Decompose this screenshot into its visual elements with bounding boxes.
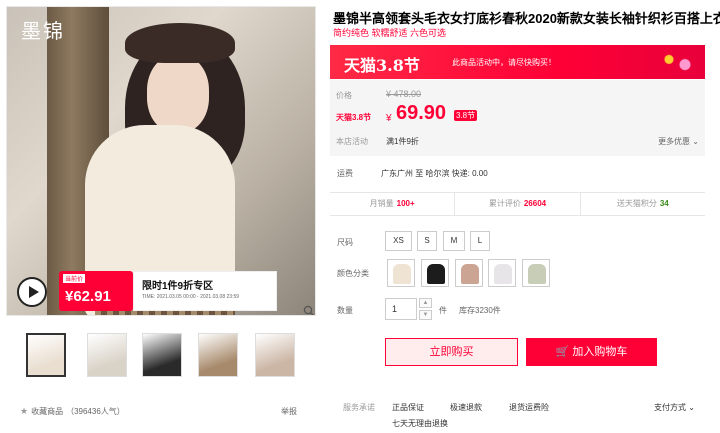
color-swatch-2 bbox=[427, 264, 445, 284]
more-offers-label: 更多优惠 bbox=[658, 137, 691, 146]
tmall-points-label: 送天猫积分 bbox=[616, 199, 657, 208]
size-option-l[interactable]: L bbox=[470, 231, 490, 251]
total-reviews-value: 26604 bbox=[523, 199, 547, 208]
promo-price-label: 天猫3.8节 bbox=[336, 113, 372, 122]
banner-logo: 天猫3.8节 bbox=[344, 56, 420, 75]
event-banner: 天猫3.8节 此商品活动中，请尽快购买！ bbox=[330, 45, 705, 79]
tmall-points: 送天猫积分 34 bbox=[581, 193, 705, 215]
star-icon: ★ bbox=[20, 406, 29, 416]
report-link[interactable]: 举报 bbox=[281, 406, 297, 417]
chevron-down-icon: ⌄ bbox=[692, 137, 699, 146]
shipping-label: 运费 bbox=[337, 169, 353, 178]
main-product-image[interactable]: 墨锦 当前价 ¥62.91 限时1件9折专区 TIME: 2021.03.05 … bbox=[6, 6, 316, 316]
monthly-sales-label: 月销量 bbox=[369, 199, 394, 208]
payment-methods-dropdown[interactable]: 支付方式 ⌄ bbox=[654, 402, 695, 413]
thumbnail-4-image bbox=[199, 334, 237, 376]
more-offers-dropdown[interactable]: 更多优惠 ⌄ bbox=[658, 136, 699, 147]
monthly-sales-value: 100+ bbox=[396, 199, 415, 208]
price-label: 价格 bbox=[336, 91, 352, 100]
thumbnail-2-image bbox=[88, 334, 126, 376]
cart-icon: 🛒 bbox=[555, 346, 570, 358]
favorite-label: 收藏商品 bbox=[31, 407, 64, 416]
brand-logo: 墨锦 bbox=[21, 19, 65, 43]
add-to-cart-label: 加入购物车 bbox=[572, 346, 628, 358]
thumbnail-3-image bbox=[143, 334, 181, 376]
promo-price-box: 当前价 ¥62.91 bbox=[59, 271, 133, 311]
monthly-sales: 月销量 100+ bbox=[330, 193, 456, 215]
quantity-increase-button[interactable]: ▲ bbox=[419, 298, 432, 308]
service-item-return-insurance[interactable]: 退货运费险 bbox=[509, 402, 549, 413]
color-option-4[interactable] bbox=[488, 259, 516, 287]
model-face bbox=[147, 55, 209, 133]
quantity-label: 数量 bbox=[337, 306, 353, 315]
add-to-cart-button[interactable]: 🛒 加入购物车 bbox=[526, 338, 657, 366]
currency-symbol: ¥ bbox=[386, 113, 392, 124]
play-video-icon[interactable] bbox=[17, 277, 47, 307]
color-option-5[interactable] bbox=[522, 259, 550, 287]
chevron-down-icon: ⌄ bbox=[688, 403, 695, 412]
total-reviews-label: 累计评价 bbox=[488, 199, 521, 208]
store-activity: 满1件9折 bbox=[386, 137, 419, 146]
size-option-s[interactable]: S bbox=[417, 231, 437, 251]
promo-price: ¥62.91 bbox=[65, 288, 111, 305]
product-subtitle: 简约纯色 软糯舒适 六色可选 bbox=[333, 28, 447, 38]
promo-title: 限时1件9折专区 bbox=[142, 281, 214, 292]
color-swatch-1 bbox=[393, 264, 411, 284]
model-beret bbox=[125, 23, 235, 63]
quantity-decrease-button[interactable]: ▼ bbox=[419, 310, 432, 320]
tmall-points-value: 34 bbox=[659, 199, 669, 208]
stock-count: 库存3230件 bbox=[459, 306, 501, 315]
sales-stats: 月销量 100+ 累计评价 26604 送天猫积分 34 bbox=[330, 192, 705, 216]
color-swatch-5 bbox=[528, 264, 546, 284]
color-swatch-3 bbox=[461, 264, 479, 284]
promo-strip: 限时1件9折专区 TIME: 2021.03.05 00:00 - 2021.0… bbox=[133, 271, 277, 311]
color-option-3[interactable] bbox=[455, 259, 483, 287]
service-item-fast-refund[interactable]: 极速退款 bbox=[450, 402, 482, 413]
size-option-m[interactable]: M bbox=[443, 231, 465, 251]
color-option-2[interactable] bbox=[421, 259, 449, 287]
zoom-icon[interactable] bbox=[303, 305, 315, 316]
thumbnail-1[interactable] bbox=[26, 333, 66, 377]
color-label: 颜色分类 bbox=[337, 269, 369, 278]
promo-price-tag: 当前价 bbox=[63, 274, 86, 283]
banner-decoration bbox=[657, 49, 697, 75]
service-label: 服务承诺 bbox=[343, 403, 375, 412]
shipping-destination[interactable]: 广东广州 至 哈尔滨 快递: 0.00 bbox=[381, 168, 488, 179]
buy-now-button[interactable]: 立即购买 bbox=[385, 338, 518, 366]
service-item-seven-day-return[interactable]: 七天无理由退换 bbox=[392, 418, 448, 429]
thumbnail-5-image bbox=[256, 334, 294, 376]
quantity-input[interactable]: 1 bbox=[385, 298, 417, 320]
color-option-1[interactable] bbox=[387, 259, 415, 287]
current-price: 69.90 bbox=[396, 102, 447, 124]
event-badge: 3.8节 bbox=[454, 110, 478, 121]
thumbnail-5[interactable] bbox=[255, 333, 295, 377]
product-title: 墨锦半高领套头毛衣女打底衫春秋2020新款女装长袖针织衫百搭上衣 bbox=[333, 11, 720, 26]
thumbnail-1-image bbox=[28, 335, 64, 375]
size-option-xs[interactable]: XS bbox=[385, 231, 412, 251]
banner-text: 此商品活动中，请尽快购买！ bbox=[452, 58, 556, 67]
total-reviews[interactable]: 累计评价 26604 bbox=[455, 193, 581, 215]
thumbnail-3[interactable] bbox=[142, 333, 182, 377]
payment-methods-label: 支付方式 bbox=[654, 403, 686, 412]
thumbnail-2[interactable] bbox=[87, 333, 127, 377]
activity-label: 本店活动 bbox=[336, 137, 368, 146]
original-price: ¥ 478.00 bbox=[386, 89, 422, 99]
popularity-count: （396436人气） bbox=[66, 407, 125, 416]
favorite-product[interactable]: ★ 收藏商品 （396436人气） bbox=[20, 406, 125, 417]
service-item-authentic[interactable]: 正品保证 bbox=[392, 402, 424, 413]
thumbnail-4[interactable] bbox=[198, 333, 238, 377]
color-swatch-4 bbox=[494, 264, 512, 284]
promo-time: TIME: 2021.03.05 00:00 - 2021.03.08 23:5… bbox=[142, 294, 240, 300]
quantity-unit: 件 bbox=[439, 306, 447, 315]
size-label: 尺码 bbox=[337, 238, 353, 247]
price-box: 价格 ¥ 478.00 天猫3.8节 ¥ 69.90 3.8节 本店活动 满1件… bbox=[330, 80, 705, 156]
